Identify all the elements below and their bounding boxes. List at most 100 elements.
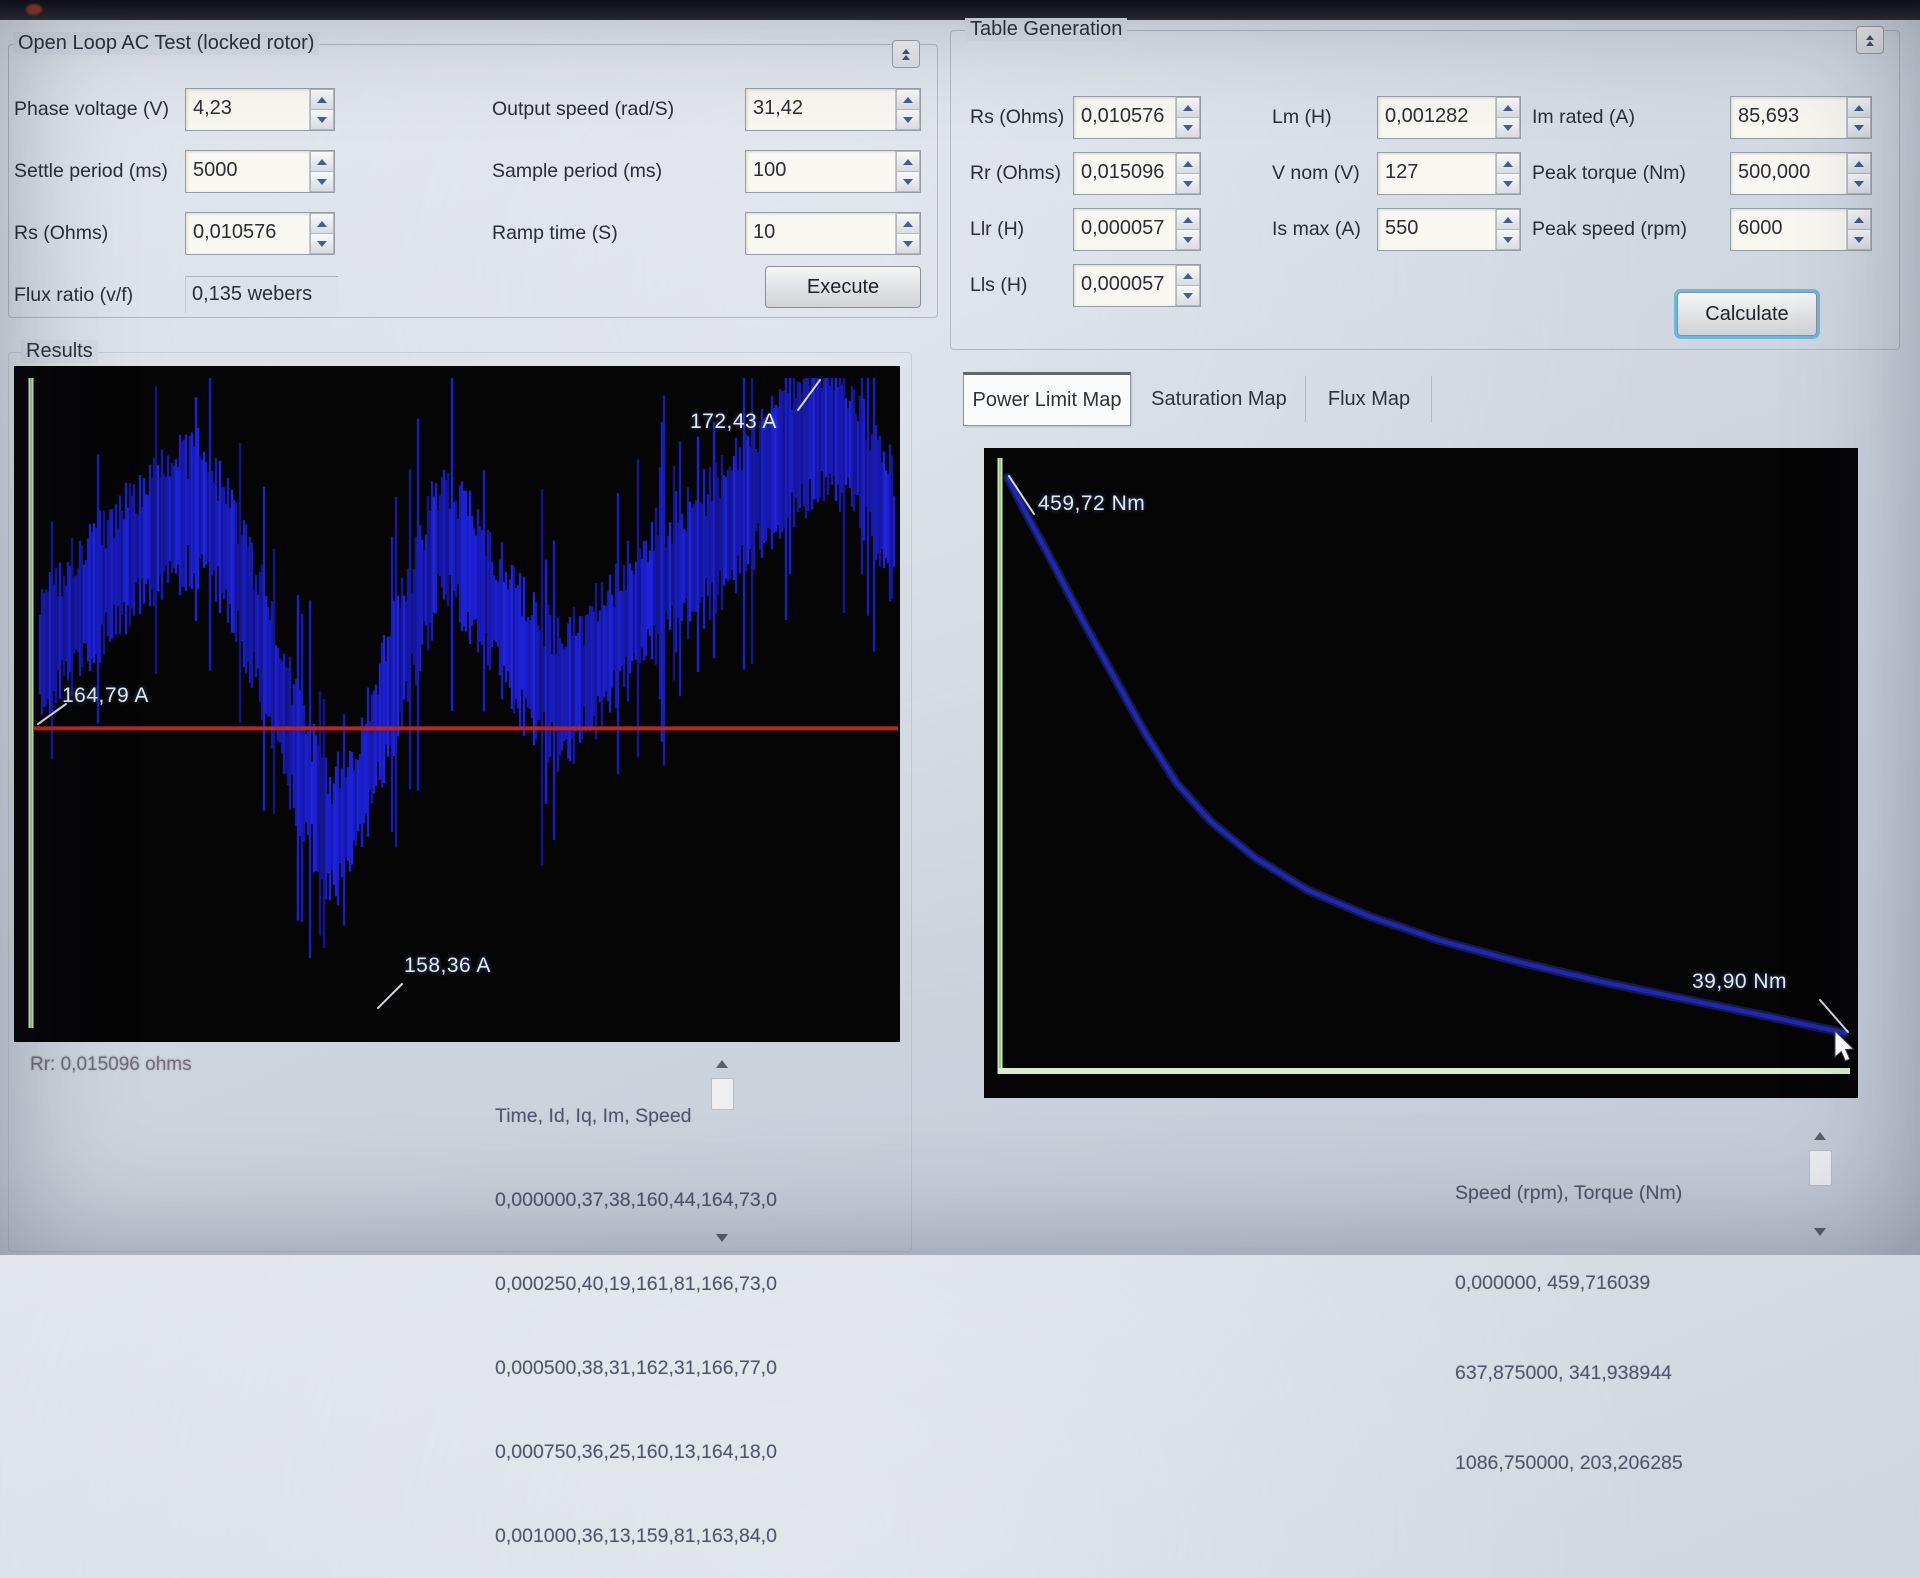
tg-rs-input[interactable]: 0,010576: [1073, 96, 1201, 139]
tg-imrated-value[interactable]: 85,693: [1731, 97, 1846, 138]
output-speed-input[interactable]: 31,42: [745, 88, 921, 131]
rs-ohms-value[interactable]: 0,010576: [186, 213, 309, 254]
spin-down-button[interactable]: [896, 233, 920, 254]
ramp-time-value[interactable]: 10: [746, 213, 895, 254]
spinner-buttons: [309, 213, 334, 254]
spin-down-button[interactable]: [896, 109, 920, 130]
spin-up-button[interactable]: [310, 89, 334, 109]
list-row: 0,000000, 459,716039: [1455, 1268, 1683, 1298]
spin-down-button[interactable]: [1176, 117, 1200, 138]
list-row: 0,000750,36,25,160,13,164,18,0: [495, 1438, 777, 1466]
tab-flux-map[interactable]: Flux Map: [1307, 376, 1432, 422]
list-header: Speed (rpm), Torque (Nm): [1455, 1178, 1683, 1208]
tg-ismax-value[interactable]: 550: [1378, 209, 1495, 250]
spin-up-button[interactable]: [1176, 97, 1200, 117]
spinner-buttons: [1495, 97, 1520, 138]
tab-power-limit-map[interactable]: Power Limit Map: [963, 372, 1131, 426]
list-row: 0,000500,38,31,162,31,166,77,0: [495, 1354, 777, 1382]
ramp-time-label: Ramp time (S): [492, 222, 618, 245]
spin-up-button[interactable]: [310, 151, 334, 171]
spin-up-button[interactable]: [1176, 153, 1200, 173]
sample-period-input[interactable]: 100: [745, 150, 921, 193]
execute-button[interactable]: Execute: [765, 266, 921, 308]
calculate-button[interactable]: Calculate: [1677, 292, 1817, 336]
spin-up-button[interactable]: [1176, 209, 1200, 229]
tg-rr-value[interactable]: 0,015096: [1074, 153, 1175, 194]
tg-lls-label: Lls (H): [970, 274, 1027, 297]
spin-down-button[interactable]: [1176, 229, 1200, 250]
spin-up-button[interactable]: [1496, 153, 1520, 173]
tg-ismax-input[interactable]: 550: [1377, 208, 1521, 251]
tg-lls-value[interactable]: 0,000057: [1074, 265, 1175, 306]
spin-up-button[interactable]: [1176, 265, 1200, 285]
rs-ohms-input[interactable]: 0,010576: [185, 212, 335, 255]
spin-up-button[interactable]: [1847, 97, 1871, 117]
spin-down-button[interactable]: [310, 171, 334, 192]
spinner-buttons: [309, 89, 334, 130]
tg-vnom-input[interactable]: 127: [1377, 152, 1521, 195]
phase-voltage-value[interactable]: 4,23: [186, 89, 309, 130]
flux-ratio-value: 0,135 webers: [185, 276, 338, 313]
settle-period-value[interactable]: 5000: [186, 151, 309, 192]
spin-up-button[interactable]: [1847, 153, 1871, 173]
chart-annotation-start: 459,72 Nm: [1038, 492, 1145, 516]
tg-peakspeed-value[interactable]: 6000: [1731, 209, 1846, 250]
spinner-buttons: [895, 213, 920, 254]
spinner-buttons: [1846, 97, 1871, 138]
tg-peakspeed-input[interactable]: 6000: [1730, 208, 1872, 251]
table-generation-title: Table Generation: [965, 18, 1127, 41]
spin-down-button[interactable]: [1847, 229, 1871, 250]
photo-top-edge: [0, 0, 1920, 20]
power-limit-map-chart[interactable]: 459,72 Nm 39,90 Nm: [984, 448, 1858, 1098]
spin-up-button[interactable]: [896, 213, 920, 233]
results-title: Results: [21, 340, 98, 363]
settle-period-label: Settle period (ms): [14, 160, 168, 183]
spin-up-button[interactable]: [896, 89, 920, 109]
spin-down-button[interactable]: [1496, 173, 1520, 194]
ramp-time-input[interactable]: 10: [745, 212, 921, 255]
spin-up-button[interactable]: [1847, 209, 1871, 229]
settle-period-input[interactable]: 5000: [185, 150, 335, 193]
tg-lm-input[interactable]: 0,001282: [1377, 96, 1521, 139]
tg-llr-input[interactable]: 0,000057: [1073, 208, 1201, 251]
sample-period-value[interactable]: 100: [746, 151, 895, 192]
scrollbar-thumb[interactable]: [1809, 1150, 1832, 1186]
spin-down-button[interactable]: [310, 233, 334, 254]
spin-down-button[interactable]: [1847, 173, 1871, 194]
spin-down-button[interactable]: [1496, 117, 1520, 138]
scroll-down-button[interactable]: [1809, 1222, 1831, 1242]
spin-up-button[interactable]: [896, 151, 920, 171]
tg-llr-value[interactable]: 0,000057: [1074, 209, 1175, 250]
open-loop-collapse-button[interactable]: [892, 40, 920, 68]
torque-speed-data-list[interactable]: Speed (rpm), Torque (Nm) 0,000000, 459,7…: [1455, 1118, 1683, 1508]
tg-rs-value[interactable]: 0,010576: [1074, 97, 1175, 138]
phase-voltage-input[interactable]: 4,23: [185, 88, 335, 131]
scroll-up-button[interactable]: [711, 1054, 733, 1074]
tg-lls-input[interactable]: 0,000057: [1073, 264, 1201, 307]
tg-peaktorque-label: Peak torque (Nm): [1532, 162, 1686, 185]
tg-peaktorque-input[interactable]: 500,000: [1730, 152, 1872, 195]
tab-saturation-map[interactable]: Saturation Map: [1133, 376, 1306, 422]
tg-vnom-value[interactable]: 127: [1378, 153, 1495, 194]
spin-down-button[interactable]: [310, 109, 334, 130]
scrollbar-thumb[interactable]: [711, 1078, 734, 1110]
ac-test-data-list[interactable]: Time, Id, Iq, Im, Speed 0,000000,37,38,1…: [495, 1046, 777, 1578]
list-row: 1086,750000, 203,206285: [1455, 1448, 1683, 1478]
scroll-up-button[interactable]: [1809, 1126, 1831, 1146]
tg-rr-input[interactable]: 0,015096: [1073, 152, 1201, 195]
spin-up-button[interactable]: [310, 213, 334, 233]
scroll-down-button[interactable]: [711, 1228, 733, 1248]
tg-lm-value[interactable]: 0,001282: [1378, 97, 1495, 138]
spin-down-button[interactable]: [1176, 173, 1200, 194]
spin-up-button[interactable]: [1496, 97, 1520, 117]
tg-imrated-input[interactable]: 85,693: [1730, 96, 1872, 139]
spin-down-button[interactable]: [1496, 229, 1520, 250]
spin-down-button[interactable]: [1847, 117, 1871, 138]
ac-test-chart[interactable]: 172,43 A 164,79 A 158,36 A: [14, 366, 900, 1042]
table-generation-collapse-button[interactable]: [1856, 26, 1884, 54]
spin-down-button[interactable]: [1176, 285, 1200, 306]
spin-up-button[interactable]: [1496, 209, 1520, 229]
tg-peaktorque-value[interactable]: 500,000: [1731, 153, 1846, 194]
output-speed-value[interactable]: 31,42: [746, 89, 895, 130]
spin-down-button[interactable]: [896, 171, 920, 192]
